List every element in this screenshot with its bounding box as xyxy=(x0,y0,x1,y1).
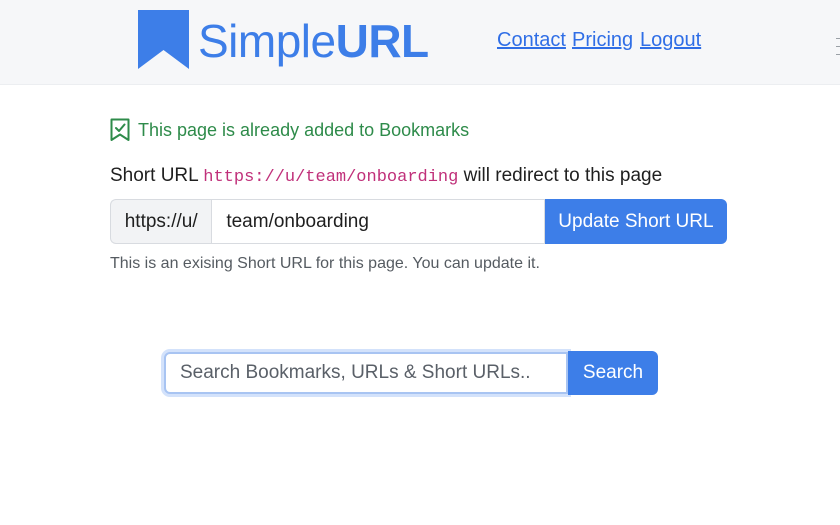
bookmark-icon xyxy=(138,10,189,69)
short-url-code: https://u/team/onboarding xyxy=(203,168,459,187)
bookmark-status-notice: This page is already added to Bookmarks xyxy=(110,117,469,143)
brand-light: Simple xyxy=(198,15,336,67)
short-url-info: Short URL https://u/team/onboarding will… xyxy=(110,164,662,190)
bookmark-status-text: This page is already added to Bookmarks xyxy=(138,119,470,140)
short-url-input[interactable] xyxy=(211,199,545,244)
search-form: Search xyxy=(161,349,674,399)
nav-link-logout[interactable]: Logout xyxy=(640,28,701,52)
top-header: SimpleURL Contact Pricing Logout xyxy=(0,0,840,85)
brand-logo-text[interactable]: SimpleURL xyxy=(198,13,429,69)
short-url-label: Short URL xyxy=(110,165,198,186)
update-short-url-button[interactable]: Update Short URL xyxy=(544,199,727,244)
short-url-redirect-text: will redirect to this page xyxy=(463,165,663,186)
bookmark-check-icon xyxy=(110,118,130,141)
brand-bold: URL xyxy=(335,15,430,67)
short-url-input-group: https://u/ Update Short URL xyxy=(110,199,727,244)
search-button[interactable]: Search xyxy=(568,351,658,395)
short-url-prefix: https://u/ xyxy=(110,199,212,244)
nav-link-pricing[interactable]: Pricing xyxy=(572,28,633,52)
search-input[interactable] xyxy=(164,352,568,394)
short-url-help-text: This is an exising Short URL for this pa… xyxy=(110,255,540,272)
window-edge-marks xyxy=(835,0,840,84)
nav-link-contact[interactable]: Contact xyxy=(497,28,566,52)
